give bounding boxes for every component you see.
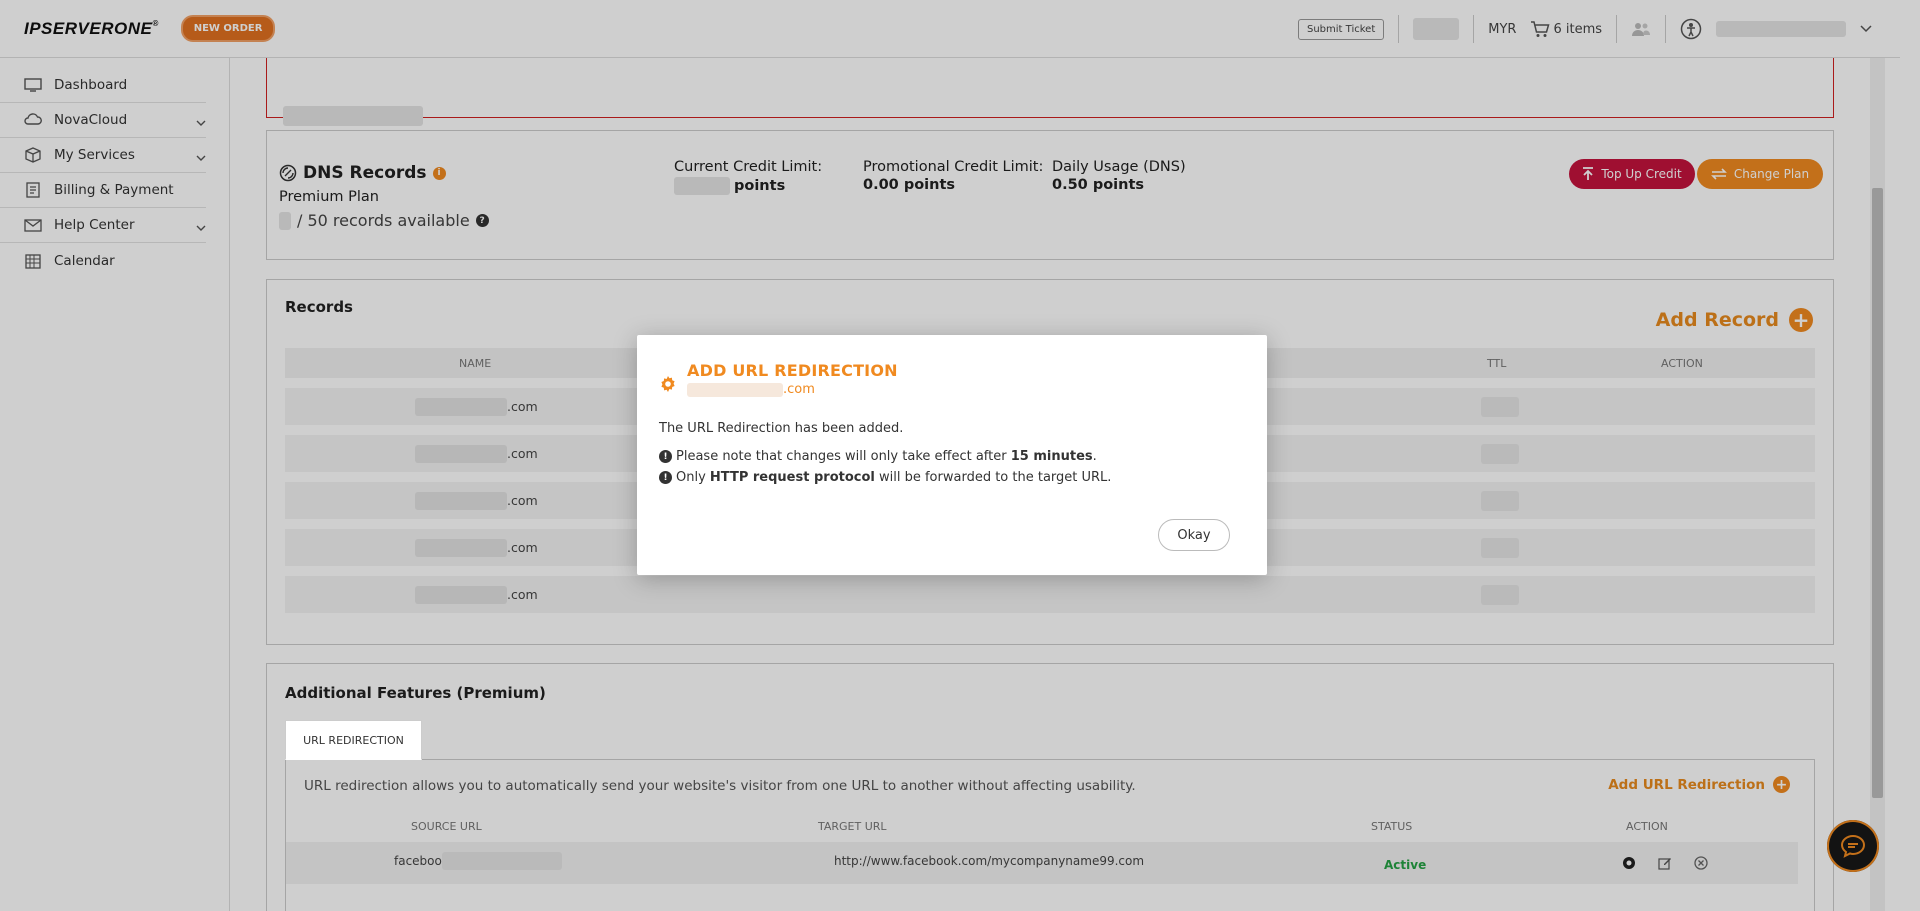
modal-note: ! Please note that changes will only tak… xyxy=(659,449,1111,464)
modal-title: ADD URL REDIRECTION xyxy=(687,361,898,380)
info-icon: ! xyxy=(659,471,672,484)
modal-note: ! Only HTTP request protocol will be for… xyxy=(659,470,1111,485)
note-text: Only xyxy=(676,470,710,485)
modal-message: The URL Redirection has been added. xyxy=(659,421,904,436)
modal-body: The URL Redirection has been added. ! Pl… xyxy=(659,421,1111,491)
tab-url-redirection[interactable]: URL REDIRECTION xyxy=(285,720,422,760)
info-icon: ! xyxy=(659,450,672,463)
redacted-domain xyxy=(687,382,783,397)
note-text: Please note that changes will only take … xyxy=(676,449,1011,464)
note-text: . xyxy=(1092,449,1097,464)
domain-suffix: .com xyxy=(783,382,815,397)
note-emphasis: HTTP request protocol xyxy=(709,470,875,485)
modal-domain: .com xyxy=(687,382,898,397)
note-text: will be forwarded to the target URL. xyxy=(874,470,1112,485)
modal-header: ADD URL REDIRECTION .com xyxy=(659,361,898,397)
gear-icon xyxy=(661,376,675,392)
note-emphasis: 15 minutes xyxy=(1010,449,1093,464)
add-url-redirection-dialog: ADD URL REDIRECTION .com The URL Redirec… xyxy=(637,335,1267,575)
okay-button[interactable]: Okay xyxy=(1158,519,1230,551)
